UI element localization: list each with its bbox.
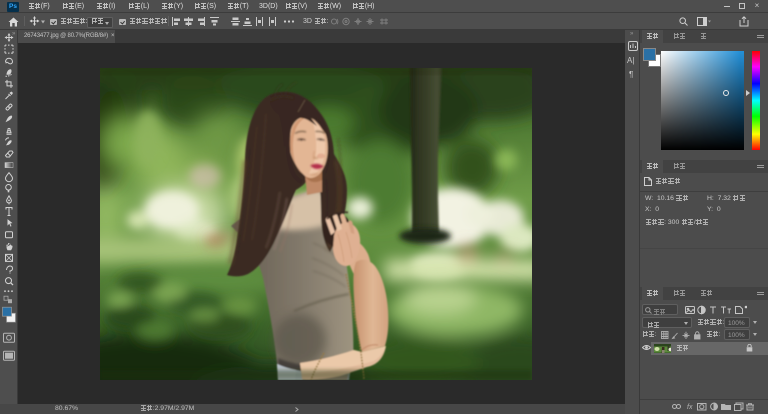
svg-text:»: » bbox=[12, 31, 16, 37]
svg-text:fx: fx bbox=[687, 404, 693, 411]
